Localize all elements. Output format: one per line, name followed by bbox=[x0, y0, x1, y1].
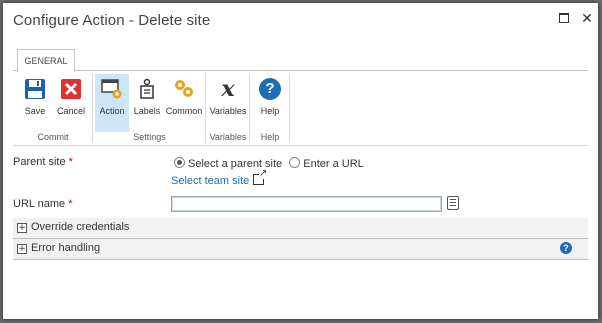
ribbon-group-commit: Save Cancel Commit bbox=[13, 71, 93, 145]
cancel-label: Cancel bbox=[56, 106, 85, 116]
radio-button[interactable] bbox=[289, 157, 301, 168]
labels-icon bbox=[140, 78, 154, 99]
expand-icon[interactable]: + bbox=[17, 244, 27, 254]
url-name-label-text: URL name bbox=[13, 198, 66, 210]
save-label: Save bbox=[24, 106, 46, 116]
save-icon bbox=[25, 79, 45, 99]
variables-label: Variables bbox=[209, 106, 247, 116]
help-label: Help bbox=[260, 106, 280, 116]
group-divider bbox=[289, 73, 290, 143]
ribbon-group-settings: Action Labels Common Settings bbox=[93, 71, 206, 145]
common-label: Common bbox=[165, 106, 203, 116]
variable-x-icon: x bbox=[221, 76, 235, 102]
variables-button[interactable]: x Variables bbox=[208, 74, 248, 129]
external-link-icon bbox=[253, 169, 268, 185]
radio-button-selected[interactable] bbox=[174, 157, 185, 168]
help-button[interactable]: ? Help bbox=[253, 74, 287, 129]
lookup-picker-icon[interactable] bbox=[447, 196, 459, 210]
cancel-button[interactable]: Cancel bbox=[53, 74, 89, 129]
radio-label: Enter a URL bbox=[303, 158, 364, 170]
group-label-help: Help bbox=[260, 132, 280, 142]
dialog-title: Configure Action - Delete site bbox=[13, 12, 211, 29]
parent-site-label: Parent site * bbox=[13, 156, 73, 168]
expand-icon[interactable]: + bbox=[17, 223, 27, 233]
labels-label: Labels bbox=[133, 106, 161, 116]
ribbon-group-help: ? Help Help bbox=[250, 71, 290, 145]
required-mark: * bbox=[68, 198, 73, 210]
parent-site-radio-group: Select a parent site Enter a URL bbox=[174, 157, 364, 170]
common-button[interactable]: Common bbox=[165, 74, 203, 129]
group-label-variables: Variables bbox=[209, 132, 247, 142]
action-button[interactable]: Action bbox=[95, 74, 129, 132]
section-title: Error handling bbox=[31, 242, 101, 254]
select-team-site-text: Select team site bbox=[171, 175, 250, 187]
radio-select-parent-site[interactable]: Select a parent site bbox=[174, 157, 285, 170]
group-label-settings: Settings bbox=[133, 132, 166, 142]
help-icon: ? bbox=[259, 78, 281, 100]
save-button[interactable]: Save bbox=[19, 74, 51, 129]
cancel-icon bbox=[61, 79, 81, 99]
select-team-site-link[interactable]: Select team site bbox=[171, 169, 268, 187]
url-name-label: URL name * bbox=[13, 198, 73, 210]
action-gear-icon bbox=[101, 79, 122, 99]
labels-button[interactable]: Labels bbox=[131, 74, 163, 129]
url-name-input[interactable] bbox=[171, 196, 442, 212]
common-gears-icon bbox=[175, 80, 193, 97]
group-label-commit: Commit bbox=[37, 132, 69, 142]
close-icon[interactable]: ✕ bbox=[580, 11, 594, 25]
section-error-handling[interactable]: + Error handling ? bbox=[13, 239, 588, 260]
section-override-credentials[interactable]: + Override credentials bbox=[13, 218, 588, 239]
section-title: Override credentials bbox=[31, 221, 130, 233]
radio-enter-url[interactable]: Enter a URL bbox=[289, 157, 364, 170]
action-label: Action bbox=[99, 106, 125, 116]
required-mark: * bbox=[68, 156, 73, 168]
ribbon: Save Cancel Commit Action Labels Common … bbox=[13, 70, 588, 146]
maximize-icon[interactable] bbox=[557, 11, 571, 25]
tab-general[interactable]: GENERAL bbox=[17, 49, 75, 72]
radio-label: Select a parent site bbox=[188, 158, 283, 170]
help-icon[interactable]: ? bbox=[560, 242, 572, 254]
ribbon-group-variables: x Variables Variables bbox=[206, 71, 250, 145]
configure-action-dialog: Configure Action - Delete site ✕ GENERAL… bbox=[3, 3, 598, 319]
parent-site-label-text: Parent site bbox=[13, 156, 66, 168]
